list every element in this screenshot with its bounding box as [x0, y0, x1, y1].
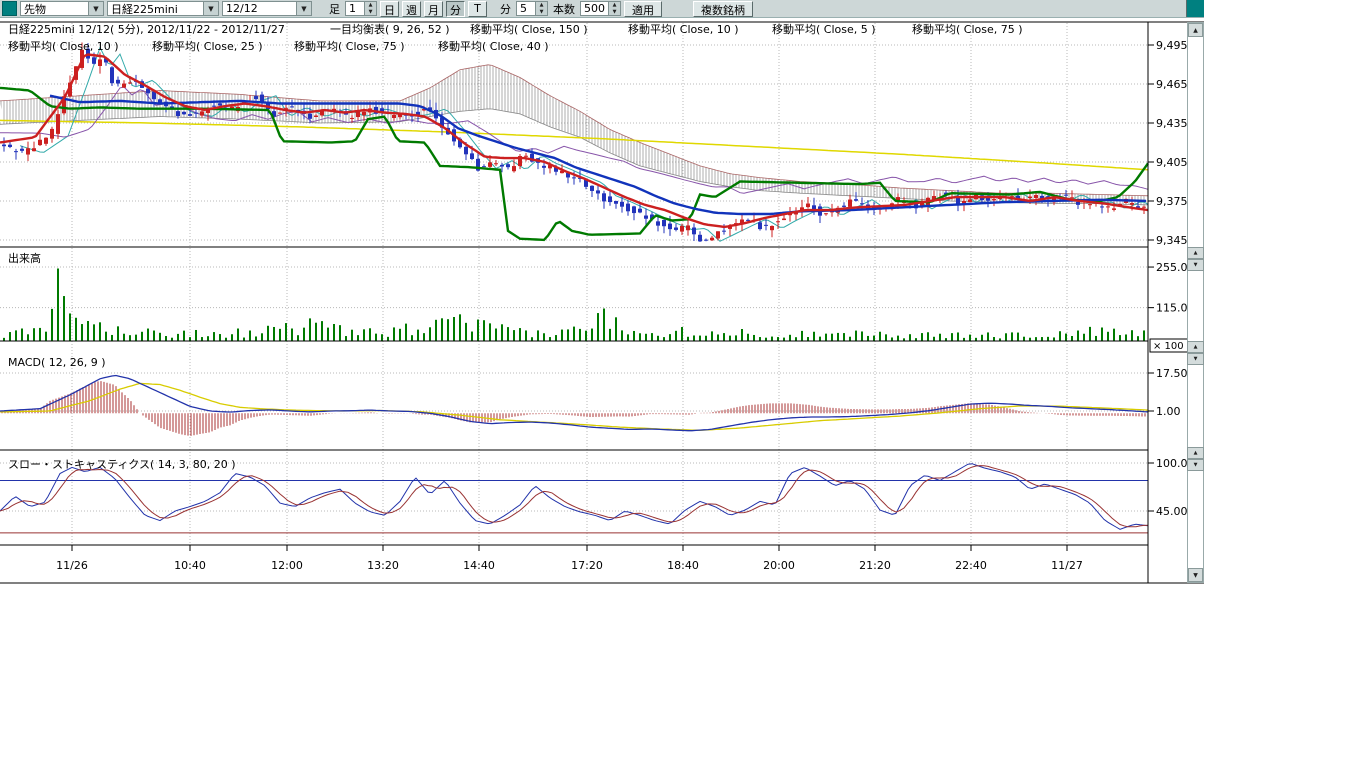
legend-item: 移動平均( Close, 40 ) [438, 39, 549, 53]
legend-item: 移動平均( Close, 10 ) [628, 22, 739, 36]
time-tick-label: 12:00 [271, 559, 303, 572]
instrument-type-select[interactable]: 先物 ▼ [20, 1, 104, 16]
thick-ma-lines [0, 55, 1148, 240]
period-button-week[interactable]: 週 [402, 1, 421, 17]
chevron-down-icon[interactable]: ▼ [88, 2, 103, 15]
minute-interval-value: 5 [517, 2, 535, 15]
bar-count-spinner[interactable]: 500 ▲▼ [580, 1, 621, 16]
spinner-arrows: ▲▼ [364, 2, 376, 15]
apply-button[interactable]: 適用 [624, 1, 662, 17]
symbol-value: 日経225mini [111, 1, 178, 17]
bar-type-label: 足 [329, 1, 340, 17]
ma-25-line [20, 48, 1148, 242]
scroll-down-button[interactable]: ▼ [1188, 568, 1203, 582]
spin-up-icon[interactable]: ▲ [1187, 447, 1204, 459]
panel-scroll-spinner[interactable]: ▲▼ [1187, 341, 1204, 363]
minute-label: 分 [500, 1, 511, 17]
legend-item: 一目均衡表( 9, 26, 52 ) [330, 22, 450, 36]
macd-signal-line [0, 383, 1148, 430]
vertical-scrollbar[interactable]: ▲ ▼ [1187, 22, 1204, 583]
spin-down-icon[interactable]: ▼ [1187, 259, 1204, 271]
contract-month-value: 12/12 [226, 2, 258, 15]
period-button-minute[interactable]: 分 [446, 1, 465, 17]
symbol-select[interactable]: 日経225mini ▼ [107, 1, 219, 16]
legend-item: 移動平均( Close, 75 ) [912, 22, 1023, 36]
bar-count-value: 500 [581, 2, 608, 15]
chevron-down-icon[interactable]: ▼ [296, 2, 311, 15]
multi-symbol-button[interactable]: 複数銘柄 [693, 1, 753, 17]
bar-count-label: 本数 [553, 1, 575, 17]
macd-panel-label: MACD( 12, 26, 9 ) [8, 356, 106, 369]
spin-up-icon[interactable]: ▲ [1187, 341, 1204, 353]
instrument-type-value: 先物 [24, 1, 46, 17]
spin-down-icon[interactable]: ▼ [609, 9, 620, 16]
chart-canvas: 9,4959,4659,4359,4059,3759,345255.00115.… [0, 0, 1204, 586]
spinner-arrows: ▲▼ [535, 2, 547, 15]
time-tick-label: 11/27 [1051, 559, 1083, 572]
panel-scroll-spinner[interactable]: ▲▼ [1187, 447, 1204, 469]
volume-panel-label: 出来高 [8, 251, 41, 265]
spin-down-icon[interactable]: ▼ [1187, 459, 1204, 471]
scroll-up-button[interactable]: ▲ [1188, 23, 1203, 37]
stoch-panel-label: スロー・ストキャスティクス( 14, 3, 80, 20 ) [8, 458, 236, 471]
time-tick-label: 18:40 [667, 559, 699, 572]
stoch-k-line [0, 464, 1148, 530]
chart-application-window: 9,4959,4659,4359,4059,3759,345255.00115.… [0, 0, 1204, 586]
main-toolbar: 先物 ▼ 日経225mini ▼ 12/12 ▼ 足 1 ▲▼ 日 週 月 分 … [0, 0, 1204, 18]
axis-tick-label: 17.50 [1156, 367, 1188, 380]
time-tick-label: 22:40 [955, 559, 987, 572]
bar-interval-spinner[interactable]: 1 ▲▼ [345, 1, 377, 16]
period-button-day[interactable]: 日 [380, 1, 399, 17]
time-tick-label: 10:40 [174, 559, 206, 572]
period-button-month[interactable]: 月 [424, 1, 443, 17]
volume-bars [4, 269, 1144, 342]
spin-up-icon[interactable]: ▲ [1187, 247, 1204, 259]
legend-item: 移動平均( Close, 75 ) [294, 39, 405, 53]
time-tick-label: 14:40 [463, 559, 495, 572]
time-tick-label: 13:20 [367, 559, 399, 572]
axis-tick-label: 9,345 [1156, 234, 1188, 247]
scrollbar-track[interactable] [1188, 37, 1203, 568]
chevron-down-icon[interactable]: ▼ [203, 2, 218, 15]
macd-series [0, 376, 1148, 436]
axis-tick-label: 9,495 [1156, 39, 1188, 52]
time-tick-label: 17:20 [571, 559, 603, 572]
time-tick-label: 11/26 [56, 559, 88, 572]
panel-scroll-spinner[interactable]: ▲▼ [1187, 247, 1204, 269]
axis-tick-label: 9,375 [1156, 195, 1188, 208]
legend-item: 日経225mini 12/12( 5分), 2012/11/22 - 2012/… [8, 23, 285, 36]
axis-tick-label: 1.00 [1156, 405, 1181, 418]
period-button-tick[interactable]: T [468, 1, 487, 17]
legend-item: 移動平均( Close, 150 ) [470, 22, 588, 36]
axis-tick-label: 9,465 [1156, 78, 1188, 91]
overlay-ma-lines [0, 48, 1148, 242]
spin-down-icon[interactable]: ▼ [365, 9, 376, 16]
candlestick-series [2, 43, 1146, 242]
bar-interval-value: 1 [346, 2, 364, 15]
app-icon [2, 1, 17, 16]
stoch-d-line [0, 466, 1148, 527]
toolbar-corner-box [1186, 0, 1204, 17]
axis-tick-label: 9,435 [1156, 117, 1188, 130]
spin-down-icon[interactable]: ▼ [536, 9, 547, 16]
spinner-arrows: ▲▼ [608, 2, 620, 15]
legend-item: 移動平均( Close, 25 ) [152, 39, 263, 53]
legend-item: 移動平均( Close, 5 ) [772, 22, 876, 36]
legend-item: 移動平均( Close, 10 ) [8, 39, 119, 53]
stochastics-series [0, 464, 1148, 533]
macd-line [0, 376, 1148, 431]
time-tick-label: 21:20 [859, 559, 891, 572]
axis-tick-label: 9,405 [1156, 156, 1188, 169]
spin-down-icon[interactable]: ▼ [1187, 353, 1204, 365]
minute-interval-spinner[interactable]: 5 ▲▼ [516, 1, 548, 16]
volume-multiplier-label: × 100 [1153, 341, 1184, 352]
time-tick-label: 20:00 [763, 559, 795, 572]
contract-month-select[interactable]: 12/12 ▼ [222, 1, 312, 16]
axis-tick-label: 45.00 [1156, 505, 1188, 518]
